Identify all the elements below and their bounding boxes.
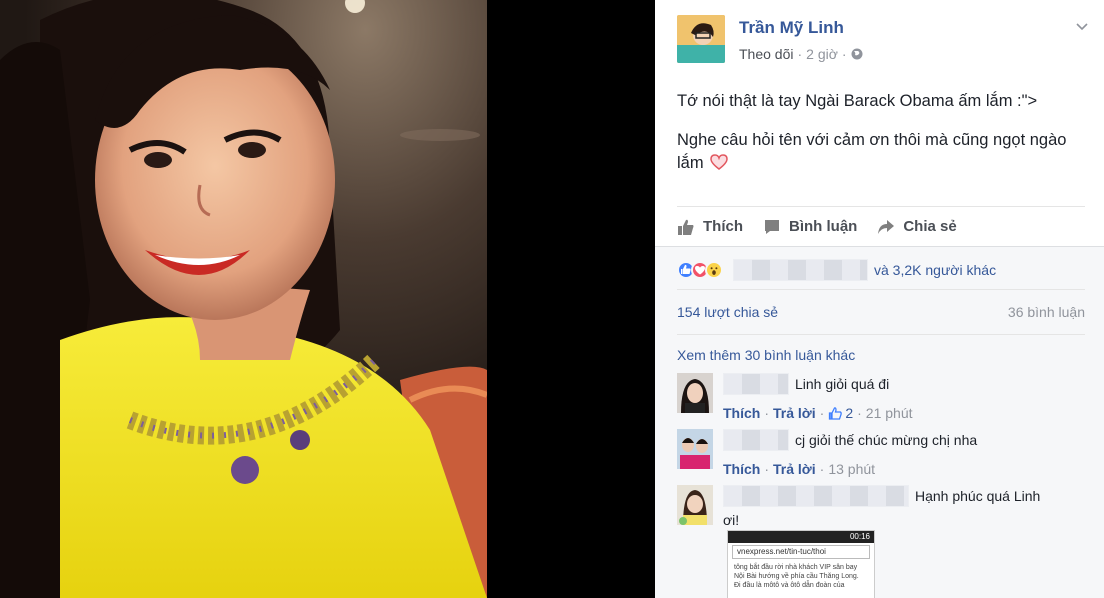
share-label: Chia sẻ (903, 218, 957, 235)
commenter-avatar[interactable] (677, 429, 713, 469)
comment-actions: Thích · Trả lời · 2 · 21 phút (723, 405, 1083, 421)
blurred-commenter-name[interactable] (723, 485, 909, 507)
comment-reply-link[interactable]: Trả lời (773, 405, 816, 421)
wow-icon (705, 261, 723, 279)
post-text-line2-content: Nghe câu hỏi tên với cảm ơn thôi mà cũng… (677, 131, 1067, 172)
photo-viewer (0, 0, 655, 598)
comment-line: cj giỏi thế chúc mừng chị nha (723, 429, 1083, 451)
comment-body: Hạnh phúc quá Linh ơi! (723, 485, 1083, 529)
post-body: Tớ nói thật là tay Ngài Barack Obama ấm … (677, 90, 1087, 191)
article-line: Nội Bài hướng về phía cầu Thăng Long. (734, 573, 859, 580)
comment-bubble-icon (765, 219, 779, 234)
like-button[interactable]: Thích (677, 218, 743, 236)
blurred-commenter-name[interactable] (723, 373, 789, 395)
commenter-avatar[interactable] (677, 485, 713, 525)
comments-count[interactable]: 36 bình luận (1008, 304, 1085, 320)
comment-time[interactable]: 13 phút (828, 461, 875, 477)
post-panel: Trần Mỹ Linh Theo dõi · 2 giờ · Tớ nói t… (655, 0, 1104, 598)
follow-link[interactable]: Theo dõi (739, 46, 793, 62)
globe-icon (851, 48, 863, 60)
dot-separator: · (819, 405, 825, 421)
comment-body: cj giỏi thế chúc mừng chị nha Thích · Tr… (723, 429, 1083, 477)
post-meta: Theo dõi · 2 giờ · (739, 46, 863, 62)
comment-like-count[interactable]: 2 (828, 405, 853, 421)
heart-icon (710, 154, 728, 170)
comment-time[interactable]: 21 phút (866, 405, 913, 421)
post-actions: Thích Bình luận Chia sẻ (677, 206, 1085, 246)
comment-item: cj giỏi thế chúc mừng chị nha Thích · Tr… (677, 429, 1087, 479)
comment-text-cont: ơi! (723, 512, 740, 528)
comment-label: Bình luận (789, 218, 858, 235)
comment-like-link[interactable]: Thích (723, 461, 760, 477)
phone-url-bar: vnexpress.net/tin-tuc/thoi (732, 545, 870, 559)
comment-text: Linh giỏi quá đi (795, 376, 890, 392)
comment-reply-link[interactable]: Trả lời (773, 461, 816, 477)
author-name[interactable]: Trần Mỹ Linh (739, 18, 844, 38)
comment-button[interactable]: Bình luận (763, 218, 857, 236)
photo-illustration (0, 0, 487, 598)
reactions-count-text: và 3,2K người khác (874, 262, 997, 278)
blurred-names (733, 259, 868, 281)
article-line: tông bắt đầu rời nhà khách VIP sân bay (734, 564, 858, 571)
avatar-illustration (677, 15, 725, 63)
comment-actions: Thích · Trả lời · 13 phút (723, 461, 1083, 477)
shares-count[interactable]: 154 lượt chia sẻ (677, 304, 778, 320)
dot-separator: · (857, 405, 862, 421)
post-photo[interactable] (0, 0, 487, 598)
comment-line: Linh giỏi quá đi (723, 373, 1083, 395)
comment-like-number: 2 (845, 405, 854, 421)
dot-separator: · (819, 461, 825, 477)
share-button[interactable]: Chia sẻ (877, 218, 957, 236)
meta-separator-2: · (841, 46, 847, 62)
meta-separator: · (797, 46, 803, 62)
comment-line-cont: ơi! (723, 511, 1083, 529)
comment-image-attachment[interactable]: 00:16 vnexpress.net/tin-tuc/thoi tông bắ… (727, 530, 875, 598)
reactions-summary[interactable]: và 3,2K người khác (677, 259, 996, 281)
commenter-avatar[interactable] (677, 373, 713, 413)
comment-body: Linh giỏi quá đi Thích · Trả lời · 2 · 2… (723, 373, 1083, 421)
author-avatar[interactable] (677, 15, 725, 63)
view-more-comments-link[interactable]: Xem thêm 30 bình luận khác (677, 347, 855, 363)
share-arrow-icon (878, 219, 895, 234)
comment-text: cj giỏi thế chúc mừng chị nha (795, 432, 978, 448)
phone-status-bar: 00:16 (728, 531, 874, 543)
post-text-line1: Tớ nói thật là tay Ngài Barack Obama ấm … (677, 92, 1038, 110)
thumbs-up-icon (678, 219, 694, 235)
comment-line: Hạnh phúc quá Linh (723, 485, 1083, 507)
post-stats: 154 lượt chia sẻ 36 bình luận (677, 289, 1085, 335)
like-label: Thích (703, 218, 743, 235)
article-line: Đi đầu là môtô và ôtô dẫn đoàn của (734, 582, 845, 589)
blurred-commenter-name[interactable] (723, 429, 789, 451)
comment-like-link[interactable]: Thích (723, 405, 760, 421)
comment-text: Hạnh phúc quá Linh (915, 488, 1041, 504)
dot-separator: · (764, 461, 770, 477)
thumbs-up-outline-icon (829, 406, 843, 420)
dot-separator: · (764, 405, 770, 421)
chevron-down-icon[interactable] (1074, 18, 1090, 34)
post-time[interactable]: 2 giờ (806, 46, 838, 62)
comment-item: Linh giỏi quá đi Thích · Trả lời · 2 · 2… (677, 373, 1087, 423)
comments-section: và 3,2K người khác 154 lượt chia sẻ 36 b… (655, 246, 1104, 598)
post-text-line2: Nghe câu hỏi tên với cảm ơn thôi mà cũng… (677, 129, 1087, 175)
phone-article-text: tông bắt đầu rời nhà khách VIP sân bay N… (728, 561, 874, 592)
